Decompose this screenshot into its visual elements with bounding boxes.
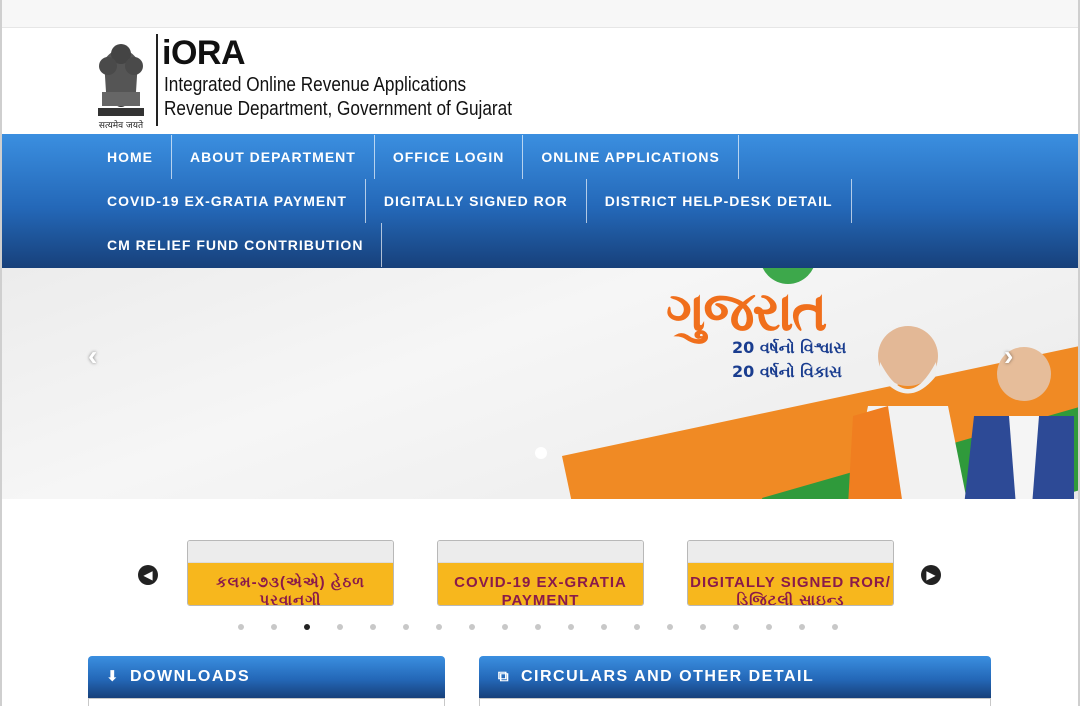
- service-card[interactable]: DIGITALLY SIGNED ROR/ ડિજિટલી સાઇન્ડ: [687, 540, 894, 606]
- nav-item-about-department[interactable]: ABOUT DEPARTMENT: [172, 135, 375, 179]
- nav-row-3: CM RELIEF FUND CONTRIBUTION: [88, 223, 383, 267]
- downloads-title: DOWNLOADS: [130, 668, 251, 685]
- copy-documents-icon: ⧉: [497, 668, 511, 685]
- hero-carousel: ગુજરાત 20 વર્ષનો વિશ્વાસ 20 વર્ષનો વિકાસ…: [2, 268, 1078, 499]
- service-card-header: [188, 541, 393, 563]
- nav-item-district-help-desk[interactable]: DISTRICT HELP-DESK DETAIL: [587, 179, 852, 223]
- nav-row-1: HOME ABOUT DEPARTMENT OFFICE LOGIN ONLIN…: [88, 135, 739, 179]
- carousel-indicator[interactable]: [535, 447, 547, 459]
- downloads-panel-body: [88, 698, 445, 706]
- pagination-dot[interactable]: [568, 624, 574, 630]
- nav-item-office-login[interactable]: OFFICE LOGIN: [375, 135, 524, 179]
- main-navbar: HOME ABOUT DEPARTMENT OFFICE LOGIN ONLIN…: [2, 134, 1078, 268]
- top-strip: [2, 0, 1078, 28]
- services-slider: ◀ કલમ-૭૩(એએ) હેઠળ પરવાનગી COVID-19 EX-GR…: [2, 500, 1078, 650]
- pagination-dot[interactable]: [799, 624, 805, 630]
- pagination-dot[interactable]: [238, 624, 244, 630]
- brand-divider: [156, 34, 158, 126]
- pagination-dot[interactable]: [535, 624, 541, 630]
- services-next-button[interactable]: ▶: [921, 565, 941, 585]
- pagination-dot[interactable]: [436, 624, 442, 630]
- banner-subline-2: 20 વર્ષનો વિકાસ: [732, 362, 842, 381]
- nav-item-digitally-signed-ror[interactable]: DIGITALLY SIGNED ROR: [366, 179, 587, 223]
- nav-item-online-applications[interactable]: ONLINE APPLICATIONS: [523, 135, 739, 179]
- pagination-dot[interactable]: [700, 624, 706, 630]
- pagination-dot[interactable]: [832, 624, 838, 630]
- carousel-next-button[interactable]: ›: [1004, 340, 1013, 372]
- circulars-panel-body: [479, 698, 991, 706]
- service-card[interactable]: COVID-19 EX-GRATIA PAYMENT: [437, 540, 644, 606]
- service-card-header: [438, 541, 643, 563]
- circulars-panel-header: ⧉ CIRCULARS AND OTHER DETAIL: [479, 656, 991, 698]
- nav-item-covid-ex-gratia[interactable]: COVID-19 EX-GRATIA PAYMENT: [88, 179, 366, 223]
- pagination-dot[interactable]: [370, 624, 376, 630]
- pagination-dot[interactable]: [667, 624, 673, 630]
- leader-photo-2: [964, 347, 1074, 499]
- pagination-dot[interactable]: [601, 624, 607, 630]
- service-card-label: DIGITALLY SIGNED ROR/ ડિજિટલી સાઇન્ડ: [688, 563, 893, 605]
- service-card-label: COVID-19 EX-GRATIA PAYMENT: [438, 563, 643, 605]
- pagination-dot[interactable]: [634, 624, 640, 630]
- nav-item-cm-relief-fund[interactable]: CM RELIEF FUND CONTRIBUTION: [88, 223, 383, 267]
- pagination-dot[interactable]: [469, 624, 475, 630]
- circulars-title: CIRCULARS AND OTHER DETAIL: [521, 668, 815, 685]
- brand-subtitle-line2: Revenue Department, Government of Gujara…: [164, 98, 513, 120]
- carousel-prev-button[interactable]: ‹: [88, 340, 97, 372]
- emblem-caption: सत्यमेव जयते: [98, 121, 144, 131]
- pagination-dot[interactable]: [337, 624, 343, 630]
- service-card[interactable]: કલમ-૭૩(એએ) હેઠળ પરવાનગી: [187, 540, 394, 606]
- download-icon: ⬇: [105, 668, 121, 685]
- brand-title[interactable]: iORA: [162, 34, 246, 73]
- service-card-label: કલમ-૭૩(એએ) હેઠળ પરવાનગી: [188, 563, 393, 605]
- pagination-dot[interactable]: [766, 624, 772, 630]
- downloads-panel-header: ⬇ DOWNLOADS: [88, 656, 445, 698]
- banner-headline: ગુજરાત: [666, 280, 827, 343]
- pagination-dot[interactable]: [304, 624, 310, 630]
- state-emblem-icon: [98, 44, 144, 116]
- nav-row-2: COVID-19 EX-GRATIA PAYMENT DIGITALLY SIG…: [88, 179, 852, 223]
- pagination-dot[interactable]: [271, 624, 277, 630]
- services-pagination: [238, 624, 838, 632]
- pagination-dot[interactable]: [502, 624, 508, 630]
- service-card-header: [688, 541, 893, 563]
- nav-item-home[interactable]: HOME: [88, 135, 172, 179]
- pagination-dot[interactable]: [403, 624, 409, 630]
- banner-subline-1: 20 વર્ષનો વિશ્વાસ: [732, 338, 847, 357]
- services-prev-button[interactable]: ◀: [138, 565, 158, 585]
- brand-subtitle-line1: Integrated Online Revenue Applications: [164, 74, 467, 96]
- site-header: सत्यमेव जयते iORA Integrated Online Reve…: [2, 28, 1078, 134]
- pagination-dot[interactable]: [733, 624, 739, 630]
